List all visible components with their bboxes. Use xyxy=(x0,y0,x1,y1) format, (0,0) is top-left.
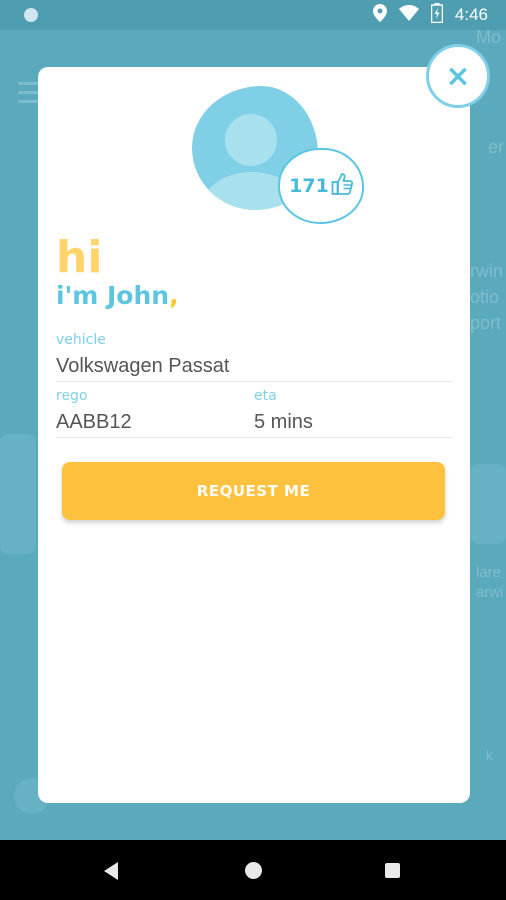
vehicle-label: vehicle xyxy=(56,332,106,348)
notification-dot-icon xyxy=(24,8,38,22)
vehicle-value: Volkswagen Passat xyxy=(56,355,230,377)
bg-text: port xyxy=(470,313,502,333)
bg-text: arwi xyxy=(476,584,504,601)
divider xyxy=(56,381,452,382)
greeting-comma: , xyxy=(169,281,179,310)
battery-icon xyxy=(430,3,444,27)
likes-count: 171 xyxy=(289,175,329,197)
avatar-head xyxy=(225,114,277,166)
bg-map-block xyxy=(470,464,506,544)
bg-text: er xyxy=(488,137,505,157)
wifi-icon xyxy=(398,5,419,25)
status-bar: 4:46 xyxy=(0,0,506,30)
bg-text: Mo xyxy=(476,27,502,47)
bg-map-block xyxy=(0,434,36,554)
bg-text: otio xyxy=(470,287,500,307)
location-icon xyxy=(372,4,387,26)
thumbs-up-icon xyxy=(331,172,353,200)
bg-text: rwin xyxy=(470,261,504,281)
back-icon[interactable] xyxy=(104,862,118,880)
greeting-hi: hi xyxy=(56,232,103,283)
navigation-bar xyxy=(0,840,506,900)
home-icon[interactable] xyxy=(245,862,262,879)
close-icon: × xyxy=(445,58,471,94)
eta-label: eta xyxy=(254,388,277,404)
rego-label: rego xyxy=(56,388,88,404)
recent-apps-icon[interactable] xyxy=(385,863,400,878)
request-me-button[interactable]: REQUEST ME xyxy=(62,462,445,520)
driver-name: i'm John xyxy=(56,281,170,310)
bg-text: k xyxy=(486,747,493,763)
driver-greeting-name: i'm John, xyxy=(56,280,179,312)
status-time: 4:46 xyxy=(454,5,488,24)
status-icons: 4:46 xyxy=(372,0,488,30)
likes-badge: 171 xyxy=(278,148,364,224)
eta-value: 5 mins xyxy=(254,411,313,433)
close-button[interactable]: × xyxy=(426,44,490,108)
rego-value: AABB12 xyxy=(56,411,132,433)
divider xyxy=(56,437,452,438)
